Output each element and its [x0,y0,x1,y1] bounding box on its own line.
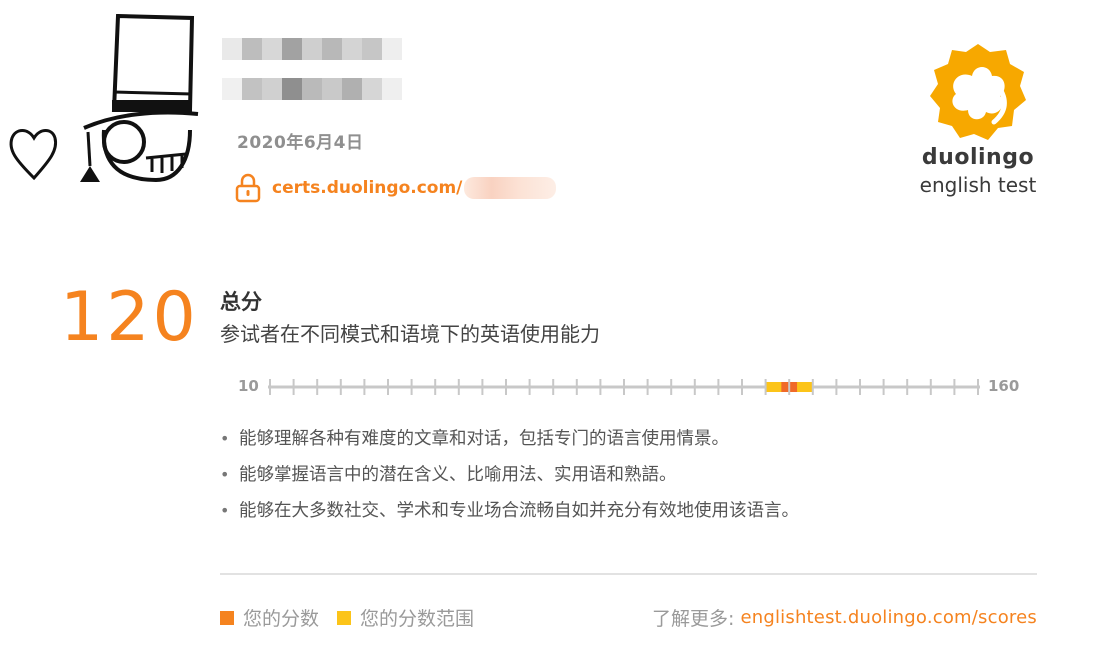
lock-icon [235,173,261,203]
scale-max-label: 160 [988,377,1020,395]
range-swatch [337,610,352,625]
score-descriptors: 能够理解各种有难度的文章和对话，包括专门的语言使用情景。 能够掌握语言中的潜在含… [220,426,799,534]
certificate-id-redacted [464,177,557,199]
certificate-link[interactable]: certs.duolingo.com/ [235,172,557,204]
legend-your-range: 您的分数范围 [337,604,474,631]
score-swatch [220,610,234,625]
learn-more-link[interactable]: englishtest.duolingo.com/scores [740,607,1037,628]
test-date: 2020年6月4日 [237,133,364,153]
legend: 您的分数 您的分数范围 [220,604,492,631]
avatar [9,13,199,183]
learn-more: 了解更多: englishtest.duolingo.com/scores [652,604,1037,631]
candidate-name-redacted [222,38,402,108]
descriptor-item: 能够理解各种有难度的文章和对话，包括专门的语言使用情景。 [220,426,799,462]
certificate-link-text[interactable]: certs.duolingo.com/ [272,178,462,198]
legend-your-score-label: 您的分数 [243,608,320,630]
learn-more-label: 了解更多: [652,608,735,630]
descriptor-item: 能够在大多数社交、学术和专业场合流畅自如并充分有效地使用该语言。 [220,498,799,534]
scale-min-label: 10 [238,377,259,395]
legend-your-range-label: 您的分数范围 [360,608,475,630]
logo-subtitle: english test [919,173,1037,197]
legend-your-score: 您的分数 [220,604,319,631]
score-title: 总分 [220,290,262,314]
logo-wordmark: duolingo [921,145,1035,170]
score-scale [268,379,980,395]
divider [220,573,1037,575]
descriptor-item: 能够掌握语言中的潜在含义、比喻用法、实用语和熟語。 [220,462,799,498]
total-score: 120 [60,278,199,357]
score-description: 参试者在不同模式和语境下的英语使用能力 [220,322,600,346]
